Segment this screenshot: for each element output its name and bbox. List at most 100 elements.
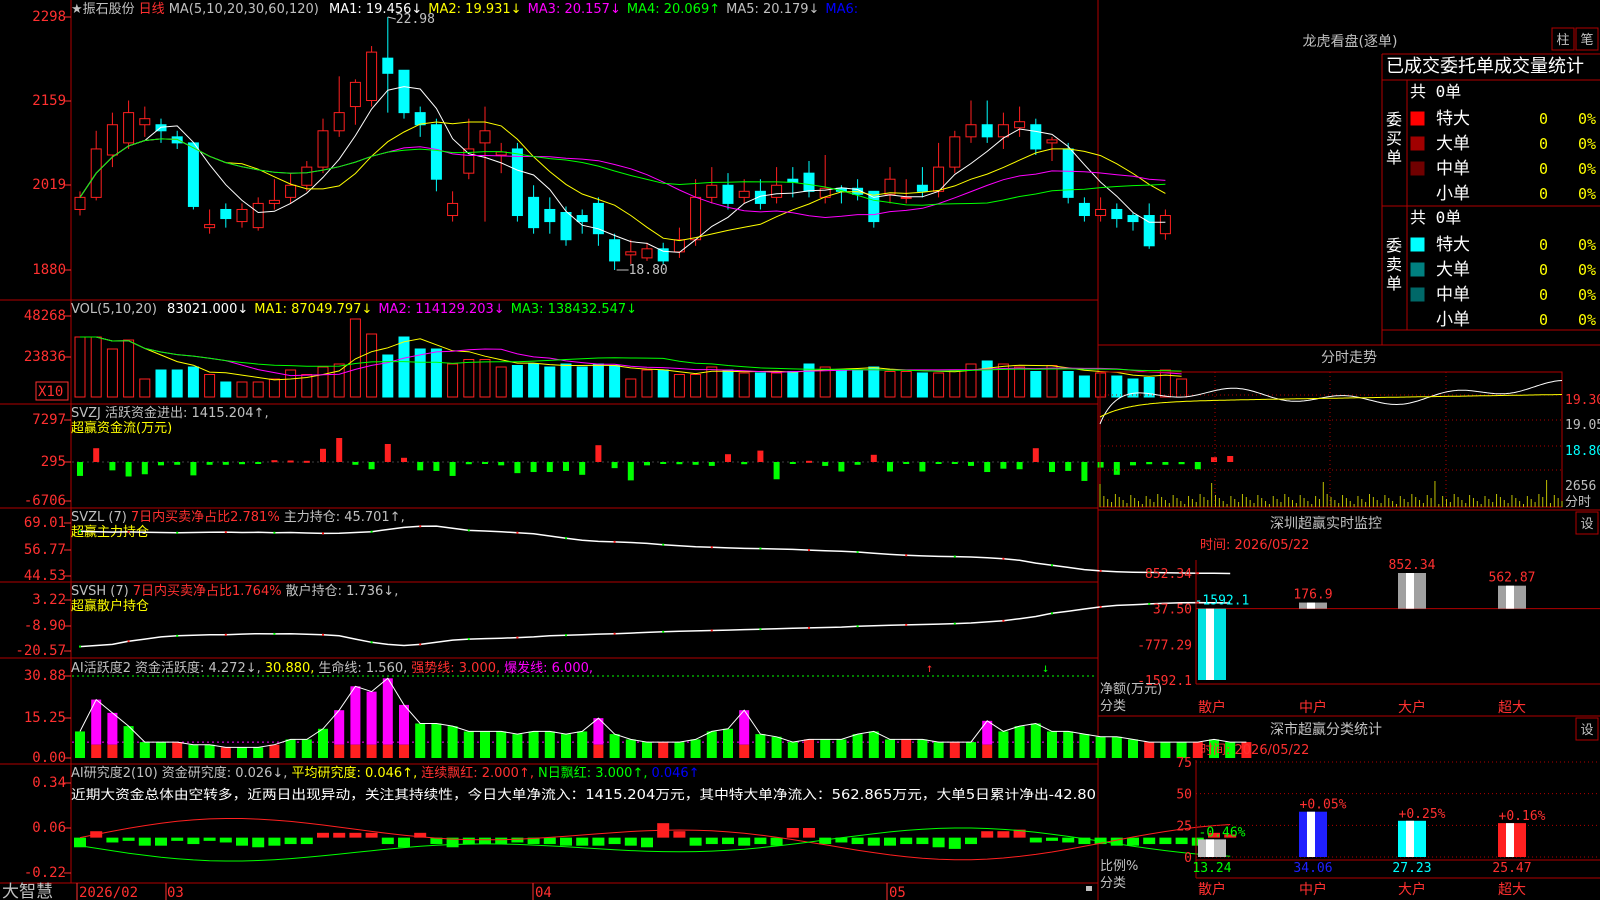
- volume-bar: [1062, 371, 1074, 398]
- ai-tick: 0.00: [32, 750, 66, 766]
- sz-class-category: 超大: [1498, 882, 1526, 898]
- stock-name[interactable]: 振石股份: [83, 2, 135, 17]
- dragon-row-count: 0: [1539, 135, 1548, 153]
- ai-bar-hot: [334, 710, 345, 745]
- svzl-chart: [79, 525, 1231, 575]
- air-bar: [171, 837, 184, 841]
- svzj-bar: [822, 462, 829, 466]
- dragon-row-pct: 0%: [1578, 110, 1596, 128]
- ai-bar: [917, 739, 928, 758]
- candle-body: [528, 196, 540, 229]
- period-label[interactable]: 日线: [139, 2, 165, 17]
- volume-bar: [916, 372, 928, 398]
- tick-mode-label: 笔: [1580, 32, 1593, 48]
- candlestick-chart: [74, 16, 1171, 271]
- sz-class-settings-label: 设: [1580, 723, 1593, 738]
- air-bar: [981, 831, 994, 838]
- candle-body: [560, 212, 572, 241]
- low-price-marker: 18.80: [629, 263, 668, 278]
- sz-monitor-tick: -777.29: [1137, 638, 1192, 653]
- svzj-bar: [1211, 457, 1217, 462]
- svzj-bar: [287, 460, 294, 463]
- volume-bar: [981, 360, 993, 398]
- dragon-row-pct: 0%: [1578, 236, 1596, 254]
- volume-bar: [317, 366, 329, 398]
- lock-icon[interactable]: [1086, 886, 1092, 891]
- svzj-bar: [401, 457, 407, 462]
- svzl-line-dot: [1196, 572, 1199, 575]
- candle-body: [366, 51, 378, 102]
- svsh-line-dot: [322, 633, 324, 636]
- air-tick: 0.06: [32, 820, 66, 836]
- air-v3: 连续飘红: 2.000↑,: [421, 765, 534, 781]
- sz-monitor-category: 中户: [1299, 699, 1327, 716]
- sz-monitor-category: 超大: [1498, 700, 1526, 716]
- candle-body: [949, 136, 961, 168]
- sz-monitor-bar-shine: [1307, 602, 1315, 609]
- candle-body: [706, 184, 718, 198]
- vol-title: VOL(5,10,20): [71, 302, 157, 317]
- volume-bar: [349, 318, 361, 398]
- air-bar: [106, 837, 119, 843]
- sz-class-xlabel: 分类: [1100, 876, 1126, 891]
- candle-body: [398, 69, 410, 114]
- ai-bar: [1063, 731, 1074, 758]
- air-bar: [511, 837, 524, 843]
- svzj-bar: [141, 462, 148, 475]
- candle-body: [641, 248, 653, 259]
- favorite-star-icon[interactable]: ★: [71, 2, 83, 17]
- sz-monitor-category: 散户: [1198, 699, 1226, 716]
- svzj-bar: [579, 462, 586, 475]
- ai-bar: [431, 723, 442, 758]
- svzl-line: [79, 525, 1231, 575]
- svzj-bar: [1097, 462, 1104, 468]
- air-bar: [884, 837, 896, 846]
- ai-bar: [415, 723, 426, 758]
- dragon-row-pct: 0%: [1578, 185, 1596, 203]
- ai-bar: [512, 734, 523, 758]
- svzj-bar: [1113, 462, 1120, 475]
- candle-body: [1078, 202, 1090, 217]
- svzj-bar: [255, 462, 262, 464]
- volume-bar: [171, 369, 183, 398]
- svzj-chart: [72, 438, 1234, 481]
- candle-body: [657, 248, 669, 262]
- svzl-ratio: 7日内买卖净占比2.781%: [131, 509, 280, 525]
- volume-bar: [220, 381, 232, 398]
- volume-bar: [236, 381, 248, 398]
- svzl-line-dot: [710, 546, 713, 549]
- ai-bar: [496, 731, 507, 758]
- sz-class-time: 时间: 2026/05/22: [1200, 743, 1309, 758]
- ai-bar: [1160, 742, 1171, 758]
- svzl-line-dot: [953, 555, 956, 558]
- ai-bar: [1047, 731, 1057, 758]
- air-bar: [219, 837, 232, 843]
- svzj-bar: [498, 462, 505, 466]
- volume-bar: [544, 366, 556, 398]
- air-tick: 0.34: [32, 775, 66, 791]
- svzj-bar: [368, 462, 375, 470]
- sz-class-value: 34.06: [1293, 861, 1332, 876]
- candle-body: [900, 196, 912, 199]
- candle-body: [916, 184, 928, 192]
- ai-bar: [561, 734, 571, 758]
- ai-bar: [447, 726, 458, 758]
- svzj-tick: 295: [41, 454, 66, 470]
- date-ticks: [76, 883, 888, 900]
- ai-bar: [1014, 726, 1025, 758]
- ai-bar: [787, 742, 798, 758]
- ai-bar: [1111, 736, 1122, 758]
- svzj-bar: [77, 462, 83, 476]
- intraday-tick: 19.05: [1565, 418, 1600, 433]
- svzj-bar: [1000, 462, 1007, 469]
- candle-body: [123, 112, 135, 144]
- svzj-bar: [708, 462, 715, 466]
- svsh-subtitle: 超赢散户持仓: [71, 598, 149, 614]
- svsh-line-dot: [370, 641, 373, 644]
- svzj-bar: [384, 444, 391, 462]
- sz-monitor-ylabel: 净额(万元): [1100, 682, 1162, 697]
- air-bar: [900, 837, 913, 845]
- ai-bar: [642, 742, 652, 758]
- svsh-line-dot: [856, 625, 859, 628]
- svzj-bar: [1016, 462, 1023, 470]
